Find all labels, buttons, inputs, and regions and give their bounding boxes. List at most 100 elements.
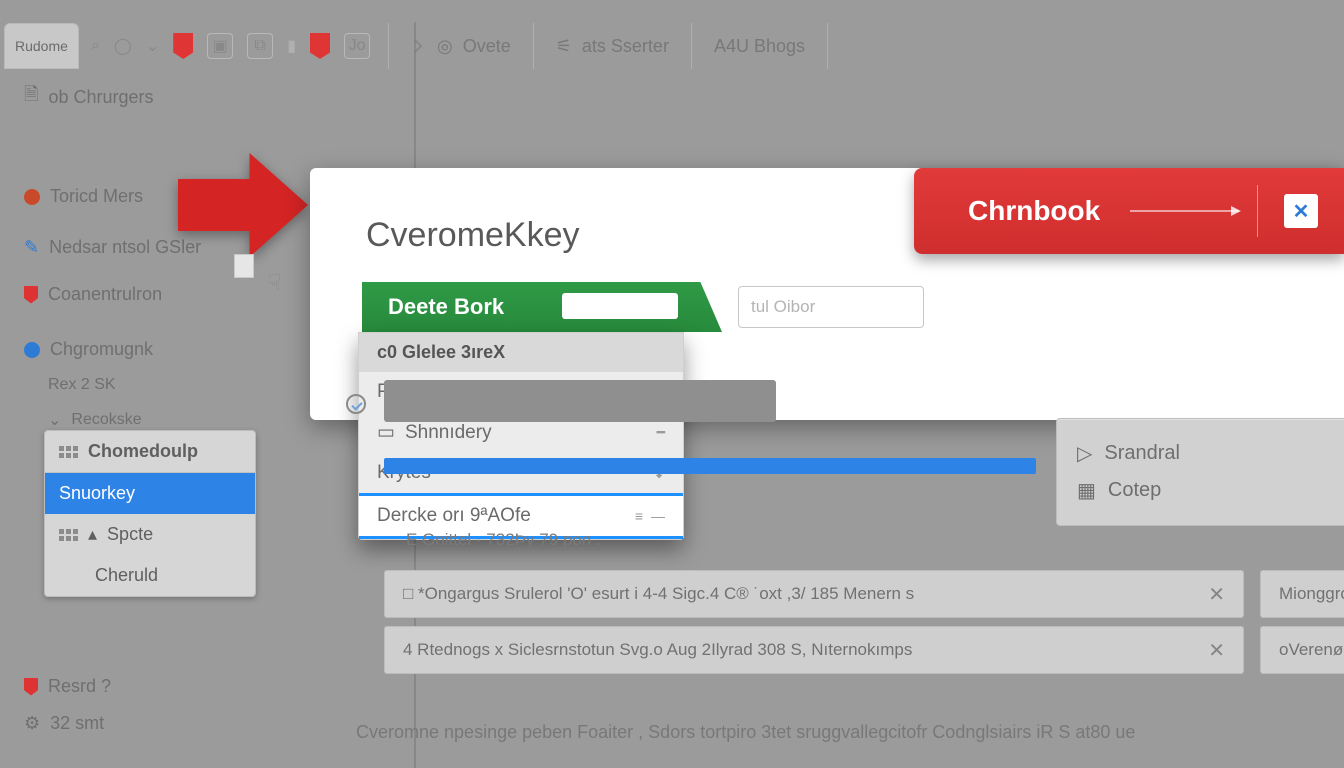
grid-icon: ▦ (1077, 478, 1096, 503)
close-icon[interactable]: ✕ (1208, 582, 1225, 607)
flag-icon (24, 678, 38, 696)
sidebar-subitem[interactable]: Rex 2 SK (0, 368, 260, 402)
pin-icon[interactable]: ▮ (287, 36, 296, 56)
card-label: Cotep (1108, 479, 1161, 502)
folder-row-selected[interactable]: Snuorkey (45, 473, 255, 514)
sidebar-label: Toricd Mers (50, 186, 143, 207)
tab-label: Ovete (463, 36, 511, 57)
stub-text: oVerenøurd ll (1279, 640, 1344, 660)
folder-row[interactable]: ▴ Spcte (45, 514, 255, 555)
tab-label: A4U Bhogs (714, 36, 805, 57)
up-icon: ▴ (88, 524, 97, 545)
folder-label: Snuorkey (59, 483, 135, 504)
row-text: □ *Ongargus Srulerol 'O' esurt i 4-4 Sig… (403, 584, 914, 604)
arrow-tab (234, 254, 254, 278)
gear-icon: ⚙ (24, 713, 40, 734)
dot-icon (24, 189, 40, 205)
doc-icon: 🗎 (24, 82, 38, 112)
flag-icon (24, 286, 38, 304)
arrow-line-icon (1130, 210, 1239, 212)
toolbar-icon-group: ⌕ ◯ ⌄ ▣ ⧉ ▮ Jo (91, 33, 370, 59)
chrnbook-button[interactable]: Chrnbook ✕ (914, 168, 1344, 254)
top-toolbar: Rudome ⌕ ◯ ⌄ ▣ ⧉ ▮ Jo ◎ Ovete ⚟ ats Sser… (0, 22, 1344, 70)
circle-icon[interactable]: ◯ (114, 36, 132, 56)
close-icon[interactable]: ✕ (1208, 638, 1225, 663)
card-label: Srandral (1104, 442, 1180, 465)
jo-box[interactable]: Jo (344, 33, 370, 59)
dot-icon (24, 342, 40, 358)
tab-ovete[interactable]: ◎ Ovete (389, 23, 534, 69)
meta-text: E Gnittel · 732Þy 79 pon . (406, 530, 601, 550)
mini-input[interactable] (562, 293, 678, 319)
search-icon[interactable]: ⌕ (91, 37, 100, 55)
folder-label: Cheruld (95, 565, 158, 586)
sidebar-label: ob Chrurgers (48, 87, 153, 108)
folder-popup: Chomedoulp Snuorkey ▴ Spcte Cheruld (44, 430, 256, 597)
folder-label: Spcte (107, 524, 153, 545)
flag-icon-2[interactable] (310, 33, 330, 59)
sidebar-label: 32 smt (50, 713, 104, 734)
grid-icon (59, 446, 78, 458)
progress-bar (384, 458, 1036, 474)
chevron-right-icon (411, 38, 427, 54)
tool-box-icon-2[interactable]: ⧉ (247, 33, 273, 59)
down-icon[interactable]: ⌄ (146, 36, 159, 56)
chrnbook-label: Chrnbook (968, 195, 1100, 227)
sidebar-item[interactable]: Resrd ? (0, 668, 260, 705)
spark-icon: ⚟ (556, 36, 572, 57)
dropdown-menu: c0 Glelee 3ıreX Pcrax ▭Shnnıdery ━ Kryte… (358, 332, 684, 540)
sidebar-label: Recokske (71, 411, 141, 429)
list-stub[interactable]: Mionggroary s (1260, 570, 1344, 618)
separator (1257, 185, 1258, 237)
sidebar-item[interactable]: Coanentrulron (0, 276, 260, 313)
sidebar-label: Resrd ? (48, 676, 111, 697)
panel-title: CveromeKkey (366, 216, 580, 255)
card-row[interactable]: ▷ Srandral (1077, 435, 1335, 472)
footer-text: Cveromne npesinge peben Foaiter , Sdors … (356, 722, 1135, 743)
sidebar-item[interactable]: 🗎 ob Chrurgers (0, 74, 260, 120)
dropdown-item[interactable]: c0 Glelee 3ıreX (359, 333, 683, 372)
list-stub[interactable]: oVerenøurd ll (1260, 626, 1344, 674)
play-icon: ▷ (1077, 441, 1092, 466)
pen-icon: ✎ (24, 237, 39, 258)
chevron-icon: ⌄ (48, 410, 61, 430)
row-text: 4 Rtednogs x Siclesrnstotun Svg.o Aug 2I… (403, 640, 912, 660)
tab-sserter[interactable]: ⚟ ats Sserter (534, 23, 692, 69)
card-icon: ▭ (377, 421, 395, 444)
tool-box-icon[interactable]: ▣ (207, 33, 233, 59)
card-row[interactable]: ▦ Cotep (1077, 472, 1335, 509)
sidebar-item[interactable]: Chgromugnk (0, 331, 260, 368)
check-icon[interactable] (346, 394, 366, 414)
folder-row[interactable]: Cheruld (45, 555, 255, 596)
dash-icon[interactable]: — (651, 508, 665, 524)
dd-label: Dercke orı 9ªAOfe (377, 505, 531, 527)
flag-icon[interactable] (173, 33, 193, 59)
stub-text: Mionggroary s (1279, 584, 1344, 604)
target-icon: ◎ (437, 36, 453, 57)
sidebar-label: Chgromugnk (50, 339, 153, 360)
grid-icon (59, 529, 78, 541)
delete-tab[interactable]: Deete Bork (362, 282, 722, 332)
minus-icon[interactable]: ━ (657, 424, 665, 441)
dd-label: Shnnıdery (405, 422, 492, 444)
tab-label: ats Sserter (582, 36, 669, 57)
right-card: ▷ Srandral ▦ Cotep (1056, 418, 1344, 526)
grey-block (384, 380, 776, 422)
list-row[interactable]: □ *Ongargus Srulerol 'O' esurt i 4-4 Sig… (384, 570, 1244, 618)
folder-label: Chomedoulp (88, 441, 198, 462)
folder-head[interactable]: Chomedoulp (45, 431, 255, 473)
filter-input[interactable]: tul Oibor (738, 286, 924, 328)
sidebar-label: Coanentrulron (48, 284, 162, 305)
list-icon[interactable]: ≡ (635, 508, 643, 524)
sidebar-label: Rex 2 SK (48, 376, 116, 394)
delete-label: Deete Bork (388, 294, 504, 320)
red-arrow-icon (178, 140, 308, 270)
sidebar-item[interactable]: ⚙ 32 smt (0, 705, 260, 742)
meta-row: E Gnittel · 732Þy 79 pon . (406, 530, 601, 550)
hand-icon: ☟ (268, 270, 281, 296)
tab-bhogs[interactable]: A4U Bhogs (692, 23, 828, 69)
close-icon[interactable]: ✕ (1284, 194, 1318, 228)
list-row[interactable]: 4 Rtednogs x Siclesrnstotun Svg.o Aug 2I… (384, 626, 1244, 674)
window-tab[interactable]: Rudome (4, 23, 79, 69)
dd-label: c0 Glelee 3ıreX (377, 342, 505, 363)
